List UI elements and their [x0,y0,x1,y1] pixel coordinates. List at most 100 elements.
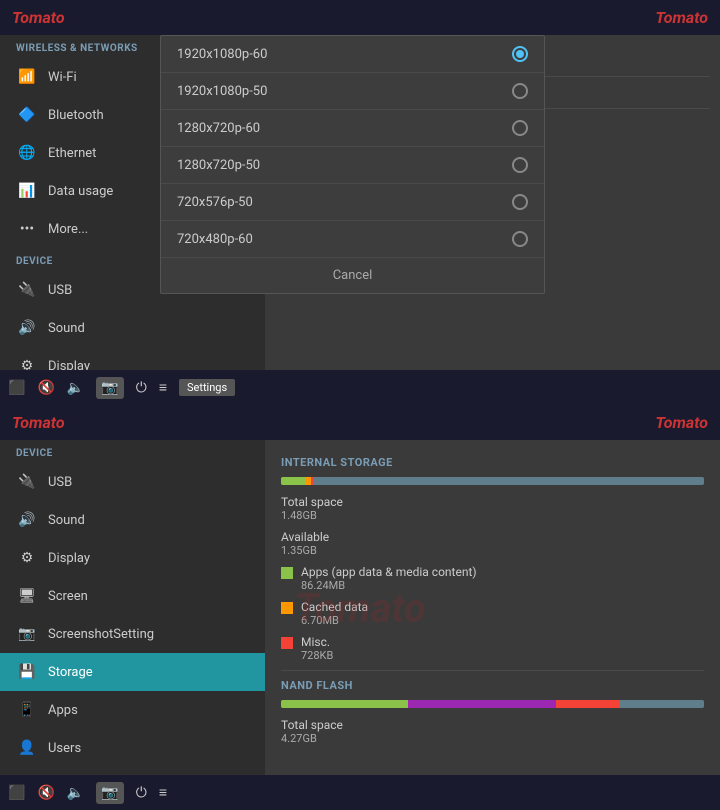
radio-0 [512,83,528,99]
cancel-button[interactable]: Cancel [161,258,544,293]
taskbar-power-icon-bottom[interactable]: ⏻ [136,785,147,801]
storage-divider [281,670,704,671]
sound-label-bottom: Sound [48,513,85,528]
storage-icon-bottom: 💾 [16,661,38,683]
total-space-row: Total space 1.48GB [281,495,704,522]
sidebar-item-users-bottom[interactable]: 👤 Users [0,729,265,767]
sidebar-item-usb-bottom[interactable]: 🔌 USB [0,463,265,501]
ethernet-icon: 🌐 [16,142,38,164]
sidebar-item-display-bottom[interactable]: ⚙ Display [0,539,265,577]
dropdown-option-label-4: 720x576p-50 [177,195,253,210]
misc-value: 728KB [301,649,333,662]
bar-nand-free [619,700,704,708]
usb-icon-top: 🔌 [16,279,38,301]
section-personal-label-bottom: PERSONAL [0,767,265,775]
datausage-label: Data usage [48,184,113,199]
bottom-half: Tomato Tomato DEVICE 🔌 USB 🔊 Sound ⚙ Dis… [0,405,720,810]
taskbar-menu-icon[interactable]: ≡ [159,379,167,396]
dropdown-option-5[interactable]: 720x480p-60 [161,221,544,258]
bar-nand-a [281,700,408,708]
dropdown-overlay: 1920x1080p-60 1920x1080p-50 1280x720p-60… [160,35,545,294]
dropdown-option-3[interactable]: 1280x720p-50 [161,147,544,184]
misc-label: Misc. [301,635,333,649]
sidebar-item-storage-bottom[interactable]: 💾 Storage [0,653,265,691]
usb-icon-bottom: 🔌 [16,471,38,493]
taskbar-window-icon-bottom[interactable]: ⬛ [8,785,25,801]
radio-3 [512,194,528,210]
bar-apps [281,477,306,485]
top-half: Tomato Tomato WIRELESS & NETWORKS 📶 Wi-F… [0,0,720,405]
sidebar-item-apps-bottom[interactable]: 📱 Apps [0,691,265,729]
total-space-label: Total space [281,495,343,509]
logo-bottom-right: Tomato [655,413,708,432]
wifi-icon: 📶 [16,66,38,88]
internal-storage-bar [281,477,704,485]
nand-total-value: 4.27GB [281,732,343,745]
screenshotsetting-label-bottom: ScreenshotSetting [48,627,154,642]
dropdown-option-label-1: 1920x1080p-50 [177,84,267,99]
available-label: Available [281,530,329,544]
dropdown-option-4[interactable]: 720x576p-50 [161,184,544,221]
taskbar-menu-icon-bottom[interactable]: ≡ [159,784,167,801]
bar-nand-b [408,700,556,708]
bluetooth-icon: 🔷 [16,104,38,126]
taskbar-window-icon[interactable]: ⬛ [8,380,25,396]
apps-icon-bottom: 📱 [16,699,38,721]
wifi-label: Wi-Fi [48,70,77,85]
settings-chip[interactable]: Settings [179,379,235,396]
bar-free [313,477,704,485]
bluetooth-label: Bluetooth [48,108,104,123]
sound-icon-top: 🔊 [16,317,38,339]
dropdown-option-2[interactable]: 1280x720p-60 [161,110,544,147]
section-device-label-bottom: DEVICE [0,440,265,463]
apps-row: Apps (app data & media content) 86.24MB [281,565,704,592]
sound-label-top: Sound [48,321,85,336]
radio-2 [512,157,528,173]
total-space-value: 1.48GB [281,509,343,522]
taskbar-mute-icon[interactable]: 🔇 [37,380,54,396]
usb-label-bottom: USB [48,475,72,490]
dropdown-option-label-2: 1280x720p-60 [177,121,260,136]
datausage-icon: 📊 [16,180,38,202]
top-header: Tomato Tomato [0,0,720,35]
users-icon-bottom: 👤 [16,737,38,759]
bottom-header: Tomato Tomato [0,405,720,440]
taskbar-power-icon[interactable]: ⏻ [136,380,147,396]
sidebar-item-sound-bottom[interactable]: 🔊 Sound [0,501,265,539]
bar-nand-c [556,700,619,708]
dropdown-option-1[interactable]: 1920x1080p-50 [161,73,544,110]
storage-content: INTERNAL STORAGE Total space 1.48GB Avai… [265,440,720,775]
taskbar-volume-icon[interactable]: 🔈 [67,380,84,396]
users-label-bottom: Users [48,741,81,756]
available-row: Available 1.35GB [281,530,704,557]
display-label-bottom: Display [48,551,90,566]
dropdown-option-label-3: 1280x720p-50 [177,158,260,173]
misc-row: Misc. 728KB [281,635,704,662]
taskbar-screen-icon[interactable]: 📷 [96,377,123,399]
taskbar-volume-icon-bottom[interactable]: 🔈 [67,785,84,801]
internal-storage-title: INTERNAL STORAGE [281,456,704,469]
radio-1 [512,120,528,136]
screenshot-icon-bottom: 📷 [16,623,38,645]
cached-label: Cached data [301,600,368,614]
radio-4 [512,231,528,247]
nand-total-label: Total space [281,718,343,732]
taskbar-mute-icon-bottom[interactable]: 🔇 [37,785,54,801]
logo-top-left: Tomato [12,8,65,27]
cached-row: Cached data 6.70MB [281,600,704,627]
sidebar-item-screenshotsetting-bottom[interactable]: 📷 ScreenshotSetting [0,615,265,653]
logo-top-right: Tomato [655,8,708,27]
dropdown-option-0[interactable]: 1920x1080p-60 [161,36,544,73]
misc-color-box [281,637,293,649]
taskbar-screen-icon-bottom[interactable]: 📷 [96,782,123,804]
apps-storage-value: 86.24MB [301,579,477,592]
radio-selected-0 [512,46,528,62]
more-label: More... [48,222,88,237]
apps-label-bottom: Apps [48,703,78,718]
sound-icon-bottom: 🔊 [16,509,38,531]
apps-storage-label: Apps (app data & media content) [301,565,477,579]
sidebar-item-screen-bottom[interactable]: 🖥 Screen [0,577,265,615]
sidebar-item-sound-top[interactable]: 🔊 Sound [0,309,265,347]
screen-icon-bottom: 🖥 [16,585,38,607]
cached-color-box [281,602,293,614]
